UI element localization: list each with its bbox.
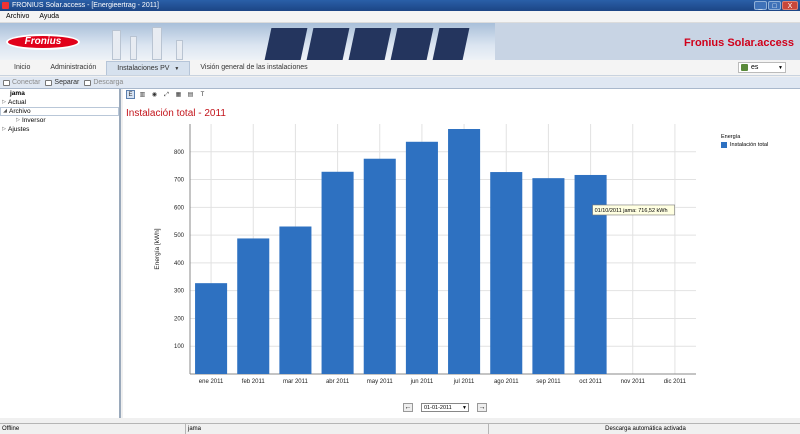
menu-help[interactable]: Ayuda bbox=[39, 13, 59, 20]
x-tick-label: oct 2011 bbox=[579, 379, 602, 385]
x-tick-label: mar 2011 bbox=[283, 379, 309, 385]
download-icon bbox=[84, 79, 92, 86]
expand-arrow-icon[interactable]: ▷ bbox=[14, 116, 22, 125]
bar bbox=[195, 283, 228, 374]
date-select[interactable]: 01-01-2011 ▼ bbox=[421, 403, 469, 412]
tree-item-inversor[interactable]: ▷ Inversor bbox=[0, 116, 119, 125]
y-tick-label: 300 bbox=[174, 289, 185, 295]
collapse-arrow-icon[interactable]: ◢ bbox=[1, 107, 9, 116]
tooltip-text: 01/10/2011 jama: 716,52 kWh bbox=[595, 208, 668, 214]
bar bbox=[279, 226, 312, 374]
window-title: FRONIUS Solar.access - [Energieertrag - … bbox=[12, 2, 159, 9]
bar bbox=[321, 171, 354, 374]
x-tick-label: sep 2011 bbox=[536, 379, 561, 385]
status-bar: Offline jama Descarga automática activad… bbox=[0, 423, 800, 434]
maximize-button[interactable]: □ bbox=[768, 1, 781, 10]
window-titlebar: FRONIUS Solar.access - [Energieertrag - … bbox=[0, 0, 800, 11]
y-tick-label: 100 bbox=[174, 344, 185, 350]
bar bbox=[490, 172, 523, 374]
next-year-button[interactable]: → bbox=[477, 403, 487, 412]
tab-instalaciones-pv[interactable]: Instalaciones PV ▼ bbox=[106, 61, 191, 75]
bar bbox=[363, 158, 396, 374]
fronius-logo: Fronius bbox=[6, 34, 80, 50]
y-tick-label: 800 bbox=[174, 150, 185, 156]
chevron-down-icon: ▼ bbox=[174, 66, 180, 72]
y-axis-label: Energía [kWh] bbox=[154, 228, 161, 269]
download-button[interactable]: Descarga bbox=[84, 79, 123, 86]
x-tick-label: ago 2011 bbox=[494, 379, 519, 385]
tree-item-archivo[interactable]: ◢ Archivo bbox=[0, 107, 119, 116]
app-icon bbox=[2, 2, 9, 9]
legend-swatch bbox=[721, 142, 727, 148]
minimize-button[interactable]: _ bbox=[754, 1, 767, 10]
x-tick-label: dic 2011 bbox=[664, 379, 687, 385]
tab-administracion[interactable]: Administración bbox=[40, 61, 106, 75]
language-flag-icon bbox=[741, 64, 748, 71]
y-tick-label: 700 bbox=[174, 178, 185, 184]
bar bbox=[532, 178, 565, 374]
navigation-tree: jama ▷ Actual ◢ Archivo ▷ Inversor ▷ Ajustes bbox=[0, 89, 121, 418]
x-tick-label: nov 2011 bbox=[621, 379, 646, 385]
plug-icon bbox=[3, 79, 10, 86]
bar bbox=[405, 141, 438, 374]
x-tick-label: jul 2011 bbox=[453, 379, 475, 385]
brand-title: Fronius Solar.access bbox=[683, 37, 794, 49]
y-tick-label: 400 bbox=[174, 261, 185, 267]
menu-bar: Archivo Ayuda bbox=[0, 11, 800, 23]
nav-bar: Inicio Administración Instalaciones PV ▼ … bbox=[0, 60, 800, 76]
disconnect-button[interactable]: Separar bbox=[45, 79, 79, 86]
connect-button[interactable]: Conectar bbox=[3, 79, 40, 86]
y-tick-label: 200 bbox=[174, 316, 185, 322]
status-download: Descarga automática activada bbox=[605, 426, 686, 432]
close-button[interactable]: X bbox=[782, 1, 798, 10]
chevron-down-icon: ▼ bbox=[778, 64, 783, 71]
prev-year-button[interactable]: ← bbox=[403, 403, 413, 412]
status-device: jama bbox=[186, 424, 489, 434]
tree-root[interactable]: jama bbox=[0, 89, 119, 98]
chart-panel: E ▥ ◉ ⤢ ▦ ▤ T Instalación total - 2011 1… bbox=[123, 89, 800, 418]
legend-series-name: Instalación total bbox=[730, 142, 769, 148]
x-tick-label: may 2011 bbox=[367, 379, 394, 385]
x-tick-label: feb 2011 bbox=[242, 379, 266, 385]
status-connection: Offline bbox=[0, 424, 186, 434]
bar-chart: 100 200 300 400 500 600 700 800 ene 2011 feb 2011… bbox=[154, 124, 696, 385]
header-banner: Fronius Fronius Solar.access bbox=[0, 23, 800, 60]
bar bbox=[237, 238, 270, 374]
date-pager: ← 01-01-2011 ▼ → bbox=[403, 403, 487, 412]
unplug-icon bbox=[45, 79, 53, 86]
tree-item-ajustes[interactable]: ▷ Ajustes bbox=[0, 125, 119, 134]
tab-vision-general[interactable]: Visión general de las instalaciones bbox=[190, 61, 317, 75]
language-value: es bbox=[751, 64, 759, 71]
menu-file[interactable]: Archivo bbox=[6, 13, 29, 20]
y-tick-label: 600 bbox=[174, 205, 185, 211]
legend-title: Energía bbox=[721, 134, 741, 140]
expand-arrow-icon[interactable]: ▷ bbox=[0, 98, 8, 107]
expand-arrow-icon[interactable]: ▷ bbox=[0, 125, 8, 134]
bar bbox=[448, 129, 481, 374]
tab-inicio[interactable]: Inicio bbox=[4, 61, 40, 75]
chevron-down-icon: ▼ bbox=[462, 404, 467, 411]
y-tick-label: 500 bbox=[174, 233, 185, 239]
x-tick-label: abr 2011 bbox=[326, 379, 350, 385]
tree-item-actual[interactable]: ▷ Actual bbox=[0, 98, 119, 107]
language-select[interactable]: es ▼ bbox=[738, 62, 786, 73]
chart-legend: Energía Instalación total bbox=[721, 134, 768, 148]
x-tick-label: ene 2011 bbox=[199, 379, 224, 385]
action-toolbar: Conectar Separar Descarga bbox=[0, 77, 800, 89]
x-tick-label: jun 2011 bbox=[410, 379, 434, 385]
